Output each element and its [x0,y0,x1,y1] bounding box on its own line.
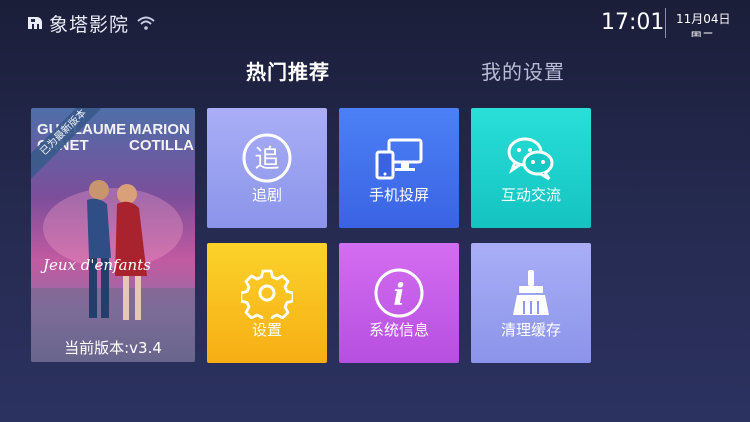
tile-label: 清理缓存 [500,321,561,339]
featured-poster[interactable]: GUILLAUME MARION CANET COTILLARD Jeux d'… [31,108,195,362]
tab-my-settings[interactable]: 我的设置 [481,56,565,85]
screen-cast-icon [375,138,423,180]
version-label: 当前版本:v3.4 [64,339,162,357]
interaction-tile[interactable]: 互动交流 [471,108,591,228]
brand-name: 象塔影院 [49,13,130,36]
svg-text:追: 追 [254,144,279,173]
clear-cache-tile[interactable]: 清理缓存 [471,243,591,363]
tile-label: 系统信息 [368,321,429,339]
chat-bubbles-icon [507,137,554,181]
poster-title: Jeux d'enfants [43,256,151,274]
gear-icon [241,269,293,319]
cast-name: MARION [129,121,190,138]
wifi-icon [137,16,155,30]
tile-label: 设置 [251,321,282,339]
brand: 象塔影院 [26,10,156,36]
tile-label: 追剧 [251,186,282,204]
broom-icon [513,270,549,315]
svg-text:i: i [393,278,404,313]
weekday: 周二 [690,30,715,37]
date: 11月04日 [676,12,731,26]
chase-drama-tile[interactable]: 追 追剧 [207,108,327,228]
clock: 17:01 [601,10,665,35]
screen-cast-tile[interactable]: 手机投屏 [339,108,459,228]
tile-label: 手机投屏 [368,186,429,204]
tile-label: 互动交流 [500,186,561,204]
elephant-logo-icon [28,17,42,29]
settings-tile[interactable]: 设置 [207,243,327,363]
system-info-tile[interactable]: i 系统信息 [339,243,459,363]
tab-hot-recommend[interactable]: 热门推荐 [246,56,330,85]
header-divider [665,8,666,38]
chase-drama-icon: 追 [242,133,292,183]
info-icon: i [374,268,424,318]
cast-name: COTILLARD [129,137,195,154]
